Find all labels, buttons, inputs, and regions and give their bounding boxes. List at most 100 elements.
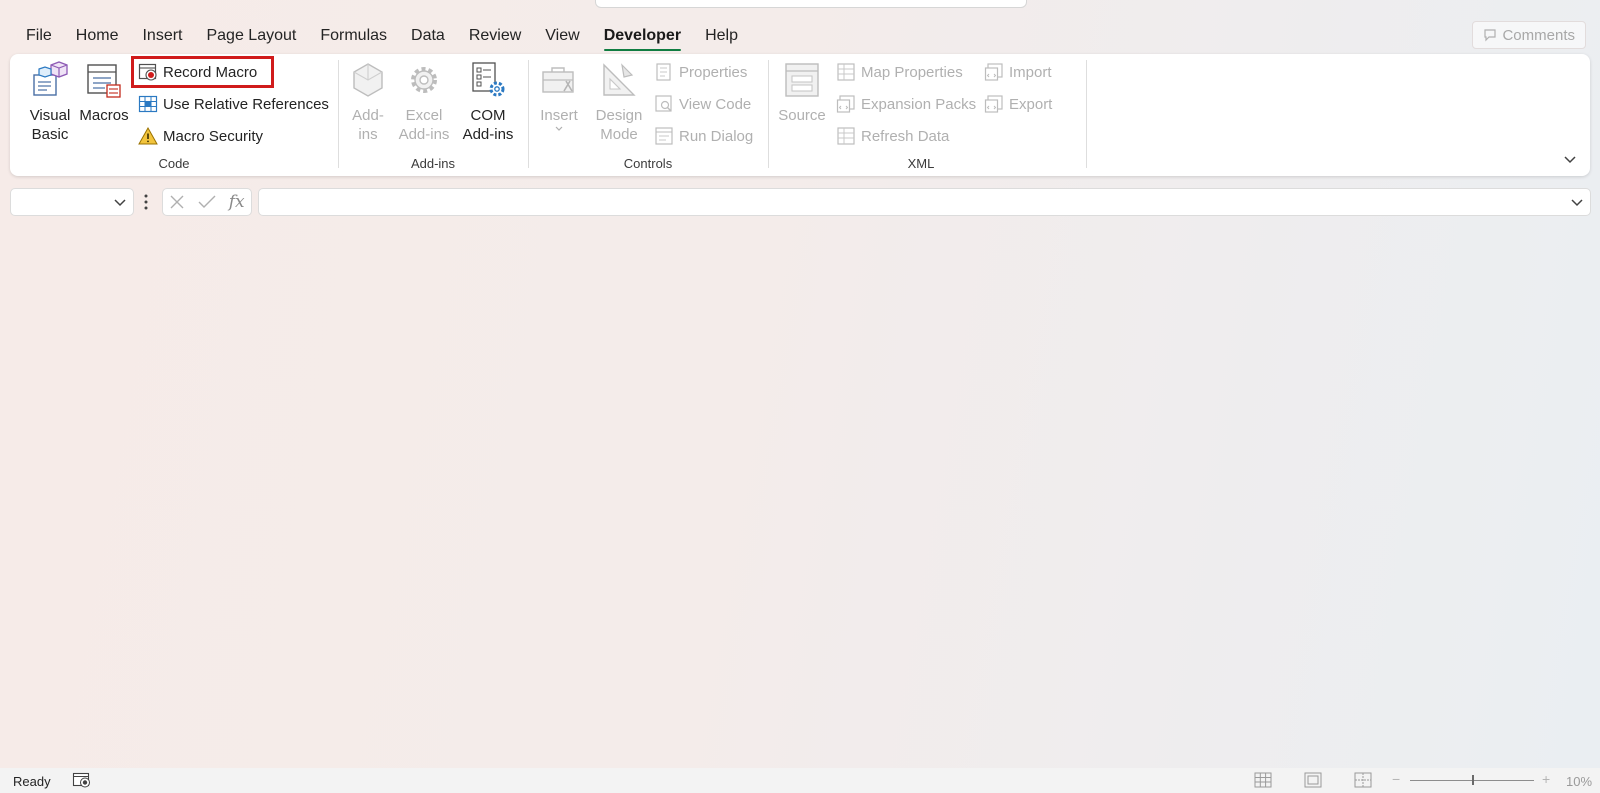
export-label: Export (1009, 95, 1053, 113)
name-box[interactable] (10, 188, 134, 216)
zoom-slider-thumb[interactable] (1472, 775, 1474, 785)
enter-check-icon[interactable] (198, 194, 216, 210)
tab-data[interactable]: Data (399, 22, 457, 50)
expansion-packs-button[interactable]: Expansion Packs (836, 91, 976, 117)
group-code: Visual Basic Macros Record Macro Use Rel… (10, 54, 338, 176)
expansion-packs-label: Expansion Packs (861, 95, 977, 113)
tab-file[interactable]: File (14, 22, 64, 50)
use-relative-references-label: Use Relative References (163, 95, 329, 113)
group-divider (528, 60, 529, 168)
export-icon (984, 94, 1004, 114)
title-search-box[interactable] (595, 0, 1027, 8)
source-label: Source (778, 107, 826, 124)
insert-control-label: Insert (540, 107, 578, 124)
macros-icon (84, 60, 124, 100)
xml-source-icon (782, 60, 822, 100)
tab-insert[interactable]: Insert (130, 22, 194, 50)
page-layout-view-icon[interactable] (1304, 772, 1322, 788)
chevron-down-icon[interactable] (113, 197, 127, 209)
view-code-icon (654, 94, 674, 114)
ruler-triangle-icon (599, 60, 639, 100)
view-code-label: View Code (679, 95, 752, 113)
normal-view-icon[interactable] (1254, 772, 1272, 788)
run-dialog-icon (654, 126, 674, 146)
status-bar: Ready − + 10% (0, 768, 1600, 793)
visual-basic-button[interactable]: Visual Basic (24, 60, 76, 144)
comments-label: Comments (1502, 26, 1575, 44)
macro-security-button[interactable]: Macro Security (138, 123, 263, 149)
cancel-icon[interactable] (169, 194, 185, 210)
insert-function-icon[interactable]: fx (229, 192, 245, 212)
record-macro-icon (138, 62, 158, 82)
addins-label-2: ins (358, 126, 378, 143)
design-mode-label-1: Design (595, 107, 643, 124)
map-properties-button[interactable]: Map Properties (836, 59, 963, 85)
zoom-in-button[interactable]: + (1542, 771, 1550, 787)
tab-page-layout[interactable]: Page Layout (194, 22, 308, 50)
formula-controls: fx (162, 188, 252, 216)
group-label-code: Code (158, 156, 190, 171)
insert-control-button[interactable]: Insert (536, 60, 582, 133)
group-controls: Insert Design Mode Properties View Code … (530, 54, 766, 176)
refresh-data-label: Refresh Data (861, 127, 950, 145)
zoom-out-button[interactable]: − (1392, 771, 1400, 787)
import-icon (984, 62, 1004, 82)
zoom-level[interactable]: 10% (1566, 774, 1592, 789)
comments-button[interactable]: Comments (1472, 21, 1586, 49)
comment-icon (1484, 29, 1497, 42)
use-relative-references-button[interactable]: Use Relative References (138, 91, 329, 117)
run-dialog-button[interactable]: Run Dialog (654, 123, 753, 149)
refresh-data-icon (836, 126, 856, 146)
tab-home[interactable]: Home (64, 22, 131, 50)
com-addins-button[interactable]: COM Add-ins (458, 60, 518, 144)
design-mode-label-2: Mode (600, 126, 638, 143)
group-label-addins: Add-ins (410, 156, 456, 171)
view-code-button[interactable]: View Code (654, 91, 751, 117)
import-button[interactable]: Import (984, 59, 1052, 85)
group-label-controls: Controls (623, 156, 673, 171)
toolbox-icon (539, 60, 579, 100)
more-options-icon[interactable] (143, 193, 149, 211)
tab-view[interactable]: View (533, 22, 591, 50)
excel-addins-button[interactable]: Excel Add-ins (394, 60, 454, 144)
gear-icon (404, 60, 444, 100)
relative-references-icon (138, 94, 158, 114)
import-label: Import (1009, 63, 1052, 81)
macros-button[interactable]: Macros (78, 60, 130, 125)
map-properties-icon (836, 62, 856, 82)
tab-help[interactable]: Help (693, 22, 750, 50)
chevron-down-icon (555, 126, 563, 131)
tab-review[interactable]: Review (457, 22, 533, 50)
tab-formulas[interactable]: Formulas (308, 22, 399, 50)
run-dialog-label: Run Dialog (679, 127, 754, 145)
group-label-xml: XML (907, 156, 935, 171)
refresh-data-button[interactable]: Refresh Data (836, 123, 949, 149)
export-button[interactable]: Export (984, 91, 1052, 117)
collapse-ribbon-chevron-icon[interactable] (1562, 152, 1578, 168)
expand-formula-chevron-icon[interactable] (1570, 197, 1584, 209)
macros-label: Macros (79, 107, 129, 124)
status-ready: Ready (13, 774, 51, 789)
page-break-preview-icon[interactable] (1354, 772, 1372, 788)
group-divider (338, 60, 339, 168)
source-button[interactable]: Source (776, 60, 828, 125)
com-addins-label-2: Add-ins (462, 126, 514, 143)
com-addins-label-1: COM (470, 107, 506, 124)
ribbon-developer: Visual Basic Macros Record Macro Use Rel… (10, 54, 1590, 176)
formula-input[interactable] (258, 188, 1591, 216)
visual-basic-icon (30, 60, 70, 100)
group-divider (768, 60, 769, 168)
group-divider (1086, 60, 1087, 168)
visual-basic-label-2: Basic (31, 126, 69, 143)
addins-button[interactable]: Add- ins (346, 60, 390, 144)
properties-button[interactable]: Properties (654, 59, 747, 85)
group-xml: Source Map Properties Expansion Packs Re… (770, 54, 1072, 176)
macro-recording-icon[interactable] (72, 771, 92, 789)
tab-developer[interactable]: Developer (592, 22, 693, 51)
ribbon-tabs: File Home Insert Page Layout Formulas Da… (14, 22, 750, 51)
excel-addins-label-1: Excel (405, 107, 443, 124)
addins-icon (348, 60, 388, 100)
record-macro-button[interactable]: Record Macro (130, 56, 275, 88)
design-mode-button[interactable]: Design Mode (592, 60, 646, 144)
map-properties-label: Map Properties (861, 63, 963, 81)
